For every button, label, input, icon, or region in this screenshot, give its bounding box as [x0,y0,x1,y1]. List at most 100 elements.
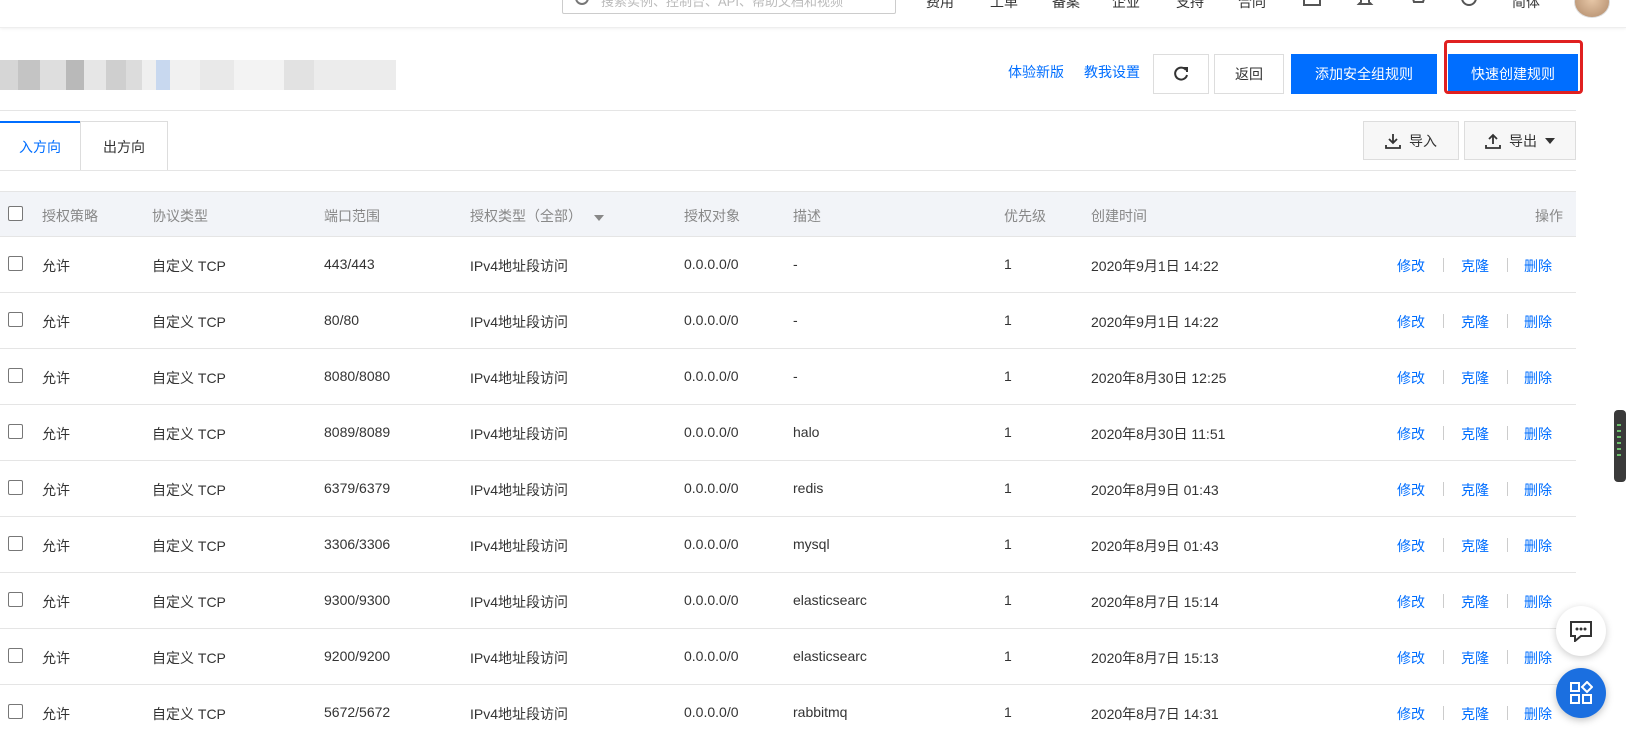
action-separator [1507,426,1508,440]
tab-inbound[interactable]: 入方向 [0,121,80,171]
scrollbar-thumb[interactable] [1614,410,1626,482]
row-checkbox[interactable] [8,592,23,607]
chat-button[interactable] [1556,606,1606,656]
row-checkbox[interactable] [8,536,23,551]
cell-priority: 1 [1004,648,1012,664]
delete-link[interactable]: 删除 [1524,256,1552,276]
search-placeholder: 搜索实例、控制台、API、帮助文档和视频 [601,0,843,9]
delete-link[interactable]: 删除 [1524,704,1552,724]
cell-target: 0.0.0.0/0 [684,536,739,552]
cell-protocol: 自定义 TCP [152,426,226,442]
delete-link[interactable]: 删除 [1524,424,1552,444]
import-button[interactable]: 导入 [1363,121,1459,160]
action-separator [1507,370,1508,384]
delete-link[interactable]: 删除 [1524,592,1552,612]
cell-port: 6379/6379 [324,480,391,496]
action-separator [1443,426,1444,440]
edit-link[interactable]: 修改 [1397,592,1425,612]
delete-link[interactable]: 删除 [1524,368,1552,388]
cell-desc: rabbitmq [793,704,848,720]
clone-link[interactable]: 克隆 [1461,648,1489,668]
tab-outbound[interactable]: 出方向 [80,121,168,171]
row-checkbox[interactable] [8,424,23,439]
clone-link[interactable]: 克隆 [1461,424,1489,444]
user-avatar[interactable] [1574,0,1610,18]
back-button[interactable]: 返回 [1214,54,1284,94]
topnav-item[interactable]: 企业 [1112,0,1140,12]
col-auth-type-filter[interactable]: 授权类型（全部） [470,206,604,226]
cell-created: 2020年8月7日 14:31 [1091,706,1219,722]
edit-link[interactable]: 修改 [1397,648,1425,668]
clone-link[interactable]: 克隆 [1461,592,1489,612]
select-all-checkbox[interactable] [8,206,23,221]
edit-link[interactable]: 修改 [1397,368,1425,388]
export-button[interactable]: 导出 [1464,121,1576,160]
cell-protocol: 自定义 TCP [152,370,226,386]
col-created: 创建时间 [1091,208,1147,224]
edit-link[interactable]: 修改 [1397,424,1425,444]
table-row: 允许 自定义 TCP 8089/8089 IPv4地址段访问 0.0.0.0/0 halo… [0,405,1576,461]
table-header: 授权策略 协议类型 端口范围 授权类型（全部） 授权对象 描述 优先级 创建时间… [0,191,1576,237]
cell-port: 8080/8080 [324,368,391,384]
search-icon [575,0,589,5]
language-switch[interactable]: 简体 [1512,0,1540,12]
try-new-version-link[interactable]: 体验新版 [1008,62,1064,82]
refresh-button[interactable] [1153,54,1209,94]
cell-policy: 允许 [42,538,70,554]
edit-link[interactable]: 修改 [1397,480,1425,500]
topnav-item[interactable]: 工单 [990,0,1018,12]
col-policy: 授权策略 [42,208,98,224]
row-checkbox[interactable] [8,704,23,719]
topnav-item[interactable]: 合同 [1238,0,1266,12]
row-checkbox[interactable] [8,648,23,663]
clone-link[interactable]: 克隆 [1461,480,1489,500]
delete-link[interactable]: 删除 [1524,480,1552,500]
edit-link[interactable]: 修改 [1397,256,1425,276]
col-priority: 优先级 [1004,208,1046,224]
add-security-rule-button[interactable]: 添加安全组规则 [1291,54,1437,94]
bell-icon[interactable] [1356,0,1374,10]
cell-priority: 1 [1004,592,1012,608]
apps-button[interactable] [1556,668,1606,718]
clone-link[interactable]: 克隆 [1461,704,1489,724]
tabs-baseline [0,170,1576,171]
cell-desc: elasticsearc [793,592,867,608]
row-checkbox[interactable] [8,480,23,495]
row-checkbox[interactable] [8,312,23,327]
clone-link[interactable]: 克隆 [1461,368,1489,388]
topnav-item[interactable]: 支持 [1176,0,1204,12]
cell-desc: elasticsearc [793,648,867,664]
edit-link[interactable]: 修改 [1397,536,1425,556]
caret-down-icon [1545,137,1555,144]
cell-port: 443/443 [324,256,375,272]
global-search-input[interactable]: 搜索实例、控制台、API、帮助文档和视频 [562,0,896,14]
table-row: 允许 自定义 TCP 9200/9200 IPv4地址段访问 0.0.0.0/0 elas… [0,629,1576,685]
clone-link[interactable]: 克隆 [1461,312,1489,332]
cell-created: 2020年9月1日 14:22 [1091,258,1219,274]
header-divider [0,110,1576,111]
cell-port: 9300/9300 [324,592,391,608]
export-label: 导出 [1509,132,1537,149]
edit-link[interactable]: 修改 [1397,704,1425,724]
clone-link[interactable]: 克隆 [1461,256,1489,276]
help-icon[interactable] [1460,0,1478,10]
quick-create-rule-button[interactable]: 快速创建规则 [1448,54,1578,94]
cell-created: 2020年8月7日 15:14 [1091,594,1219,610]
topnav-item[interactable]: 备案 [1052,0,1080,12]
cell-desc: - [793,312,798,328]
delete-link[interactable]: 删除 [1524,536,1552,556]
clone-link[interactable]: 克隆 [1461,536,1489,556]
help-settings-link[interactable]: 教我设置 [1084,62,1140,82]
delete-link[interactable]: 删除 [1524,648,1552,668]
action-separator [1507,706,1508,720]
row-checkbox[interactable] [8,256,23,271]
delete-link[interactable]: 删除 [1524,312,1552,332]
mail-icon[interactable] [1303,0,1321,10]
row-checkbox[interactable] [8,368,23,383]
cell-auth-type: IPv4地址段访问 [470,314,569,330]
topnav-item[interactable]: 费用 [926,0,954,12]
cell-created: 2020年8月9日 01:43 [1091,538,1219,554]
cart-icon[interactable] [1408,0,1426,10]
action-separator [1507,314,1508,328]
edit-link[interactable]: 修改 [1397,312,1425,332]
